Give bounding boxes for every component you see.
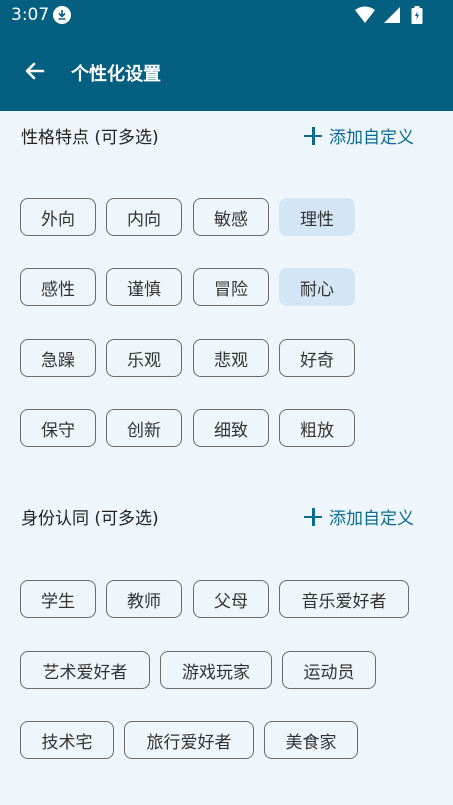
personality-section-header: 性格特点 (可多选) 添加自定义	[0, 119, 453, 155]
chip-identity[interactable]: 游戏玩家	[160, 651, 272, 689]
chip-identity[interactable]: 艺术爱好者	[20, 651, 150, 689]
identity-add-custom-button[interactable]: 添加自定义	[303, 504, 414, 529]
chip-personality[interactable]: 耐心	[279, 268, 355, 306]
chip-personality[interactable]: 外向	[20, 198, 96, 236]
chip-personality[interactable]: 悲观	[193, 339, 269, 377]
add-custom-label: 添加自定义	[329, 509, 414, 529]
chip-identity[interactable]: 技术宅	[20, 721, 114, 759]
status-time: 3:07	[11, 5, 50, 25]
chip-personality[interactable]: 敏感	[193, 198, 269, 236]
status-bar: 3:07	[0, 0, 453, 30]
personality-add-custom-button[interactable]: 添加自定义	[303, 123, 414, 148]
download-icon	[53, 6, 71, 24]
chip-personality[interactable]: 保守	[20, 409, 96, 447]
chip-identity[interactable]: 教师	[106, 580, 182, 618]
chip-personality[interactable]: 粗放	[279, 409, 355, 447]
chip-personality[interactable]: 细致	[193, 409, 269, 447]
app-bar: 3:07 个性化设置	[0, 0, 453, 111]
identity-section-title: 身份认同 (可多选)	[21, 509, 159, 529]
chip-identity[interactable]: 音乐爱好者	[279, 580, 409, 618]
identity-section-header: 身份认同 (可多选) 添加自定义	[0, 500, 453, 536]
page-title: 个性化设置	[71, 64, 161, 85]
chip-identity[interactable]: 运动员	[282, 651, 376, 689]
chip-personality[interactable]: 创新	[106, 409, 182, 447]
settings-content: 性格特点 (可多选) 添加自定义 外向 内向 敏感 理性 感性 谨慎 冒险 耐心…	[0, 111, 453, 805]
signal-icon	[384, 7, 400, 23]
plus-icon	[303, 126, 323, 146]
chip-identity[interactable]: 旅行爱好者	[124, 721, 254, 759]
personality-section-title: 性格特点 (可多选)	[21, 128, 159, 148]
arrow-left-icon	[25, 62, 45, 80]
chip-personality[interactable]: 冒险	[193, 268, 269, 306]
chip-personality[interactable]: 急躁	[20, 339, 96, 377]
plus-icon	[303, 507, 323, 527]
add-custom-label: 添加自定义	[329, 128, 414, 148]
battery-icon	[411, 6, 423, 24]
chip-personality[interactable]: 感性	[20, 268, 96, 306]
wifi-icon	[355, 6, 375, 23]
status-icons	[333, 6, 423, 24]
chip-personality[interactable]: 谨慎	[106, 268, 182, 306]
chip-identity[interactable]: 学生	[20, 580, 96, 618]
chip-personality[interactable]: 内向	[106, 198, 182, 236]
back-button[interactable]	[18, 54, 52, 88]
chip-personality[interactable]: 理性	[279, 198, 355, 236]
chip-identity[interactable]: 父母	[193, 580, 269, 618]
chip-personality[interactable]: 好奇	[279, 339, 355, 377]
chip-personality[interactable]: 乐观	[106, 339, 182, 377]
chip-identity[interactable]: 美食家	[264, 721, 358, 759]
